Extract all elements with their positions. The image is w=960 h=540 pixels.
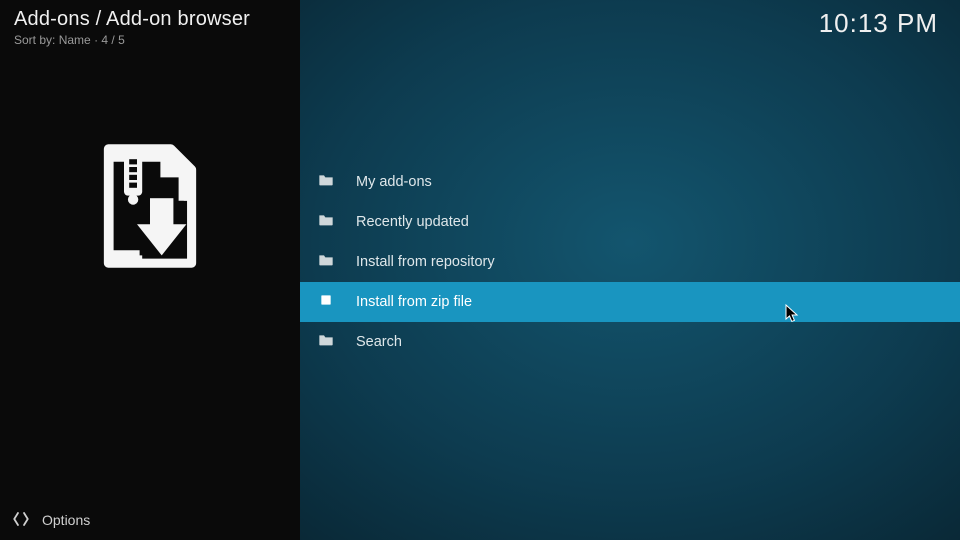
sidebar: Add-ons / Add-on browser Sort by: Name ·… [0, 0, 300, 540]
main-panel: 10:13 PM My add-ons Recently updated Ins… [300, 0, 960, 540]
category-artwork [0, 51, 300, 500]
sort-value: Name [59, 33, 91, 47]
menu-item-search[interactable]: Search [300, 322, 960, 362]
options-icon [12, 510, 30, 531]
sort-line: Sort by: Name · 4 / 5 [14, 33, 286, 47]
menu-item-install-from-zip-file[interactable]: Install from zip file [300, 282, 960, 322]
menu-item-label: Install from zip file [356, 294, 472, 310]
sort-label: Sort by: [14, 33, 55, 47]
list-position: 4 / 5 [101, 33, 124, 47]
folder-icon [318, 253, 334, 271]
menu-item-label: Install from repository [356, 254, 495, 270]
menu-item-my-addons[interactable]: My add-ons [300, 162, 960, 202]
clock: 10:13 PM [819, 8, 938, 39]
zip-download-icon [85, 141, 215, 276]
file-icon [318, 293, 334, 311]
menu-item-label: Recently updated [356, 214, 469, 230]
options-label: Options [42, 512, 90, 528]
menu-item-install-from-repository[interactable]: Install from repository [300, 242, 960, 282]
sidebar-header: Add-ons / Add-on browser Sort by: Name ·… [0, 0, 300, 51]
folder-icon [318, 173, 334, 191]
sidebar-footer-options[interactable]: Options [0, 500, 300, 540]
folder-icon [318, 213, 334, 231]
menu-list: My add-ons Recently updated Install from… [300, 162, 960, 362]
folder-icon [318, 333, 334, 351]
menu-item-label: My add-ons [356, 174, 432, 190]
menu-item-label: Search [356, 334, 402, 350]
breadcrumb: Add-ons / Add-on browser [14, 8, 286, 31]
menu-item-recently-updated[interactable]: Recently updated [300, 202, 960, 242]
